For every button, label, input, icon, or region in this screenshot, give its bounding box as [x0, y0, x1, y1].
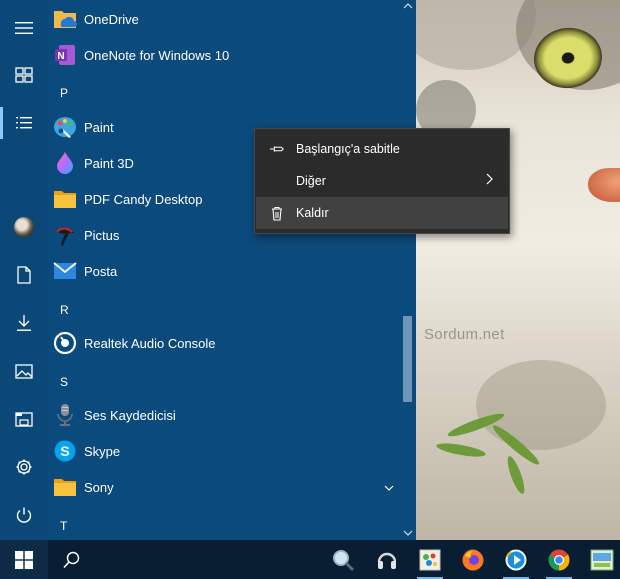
app-posta[interactable]: Posta: [48, 253, 398, 289]
menu-item-label: Diğer: [296, 174, 326, 188]
start-app-list: OneDrive N OneNote for Windows 10 P Pain…: [48, 0, 416, 540]
svg-text:S: S: [60, 443, 69, 459]
scroll-down-icon[interactable]: [403, 529, 413, 537]
chrome-icon[interactable]: [540, 540, 578, 579]
folder-icon: [53, 187, 77, 211]
app-label: Realtek Audio Console: [84, 335, 216, 351]
search-icon[interactable]: [48, 540, 96, 579]
app-label: PDF Candy Desktop: [84, 191, 203, 207]
magnifier-app-icon[interactable]: [324, 540, 362, 579]
menu-item-label: Başlangıç'a sabitle: [296, 142, 400, 156]
pictus-icon: [53, 223, 77, 247]
microphone-icon: [53, 403, 77, 427]
app-label: Skype: [84, 443, 121, 459]
chevron-right-icon: [486, 172, 493, 190]
letter-header-r[interactable]: R: [60, 303, 69, 317]
tiles-icon[interactable]: [0, 51, 48, 99]
app-label: Paint: [84, 119, 114, 135]
firefox-icon[interactable]: [454, 540, 492, 579]
downloads-icon[interactable]: [0, 299, 48, 347]
svg-text:N: N: [57, 51, 64, 62]
menu-item-uninstall[interactable]: Kaldır: [256, 197, 508, 229]
app-label: Posta: [84, 263, 118, 279]
start-left-rail: [0, 0, 48, 540]
documents-icon[interactable]: [0, 251, 48, 299]
folder-icon: [53, 475, 77, 499]
app-list-scrollbar[interactable]: [400, 0, 416, 540]
media-player-icon[interactable]: [497, 540, 535, 579]
desktop-wallpaper: [416, 0, 620, 540]
cat-nose: [588, 168, 620, 202]
onedrive-icon: [53, 7, 77, 31]
letter-header-p[interactable]: P: [60, 86, 68, 100]
mail-icon: [53, 259, 77, 283]
context-menu: Başlangıç'a sabitle Diğer Kaldır: [254, 128, 510, 234]
ftp-app-icon[interactable]: [583, 540, 620, 579]
watermark-text: Sordum.net: [424, 326, 505, 343]
taskbar: [0, 540, 620, 579]
paint-icon: [53, 115, 77, 139]
hamburger-menu-icon[interactable]: [0, 4, 48, 52]
app-label: Pictus: [84, 227, 120, 243]
pin-icon: [269, 141, 285, 157]
user-avatar[interactable]: [0, 203, 48, 251]
app-label: Sony: [84, 479, 114, 495]
all-apps-list-icon[interactable]: [0, 99, 48, 147]
app-onenote[interactable]: N OneNote for Windows 10: [48, 37, 398, 73]
realtek-icon: [53, 331, 77, 355]
app-sony[interactable]: Sony: [48, 469, 398, 505]
menu-item-label: Kaldır: [296, 206, 329, 220]
app-label: Paint 3D: [84, 155, 134, 171]
letter-header-s[interactable]: S: [60, 375, 68, 389]
app-label: OneNote for Windows 10: [84, 47, 230, 63]
settings-icon[interactable]: [0, 443, 48, 491]
headset-app-icon[interactable]: [368, 540, 406, 579]
app-ses-kaydedicisi[interactable]: Ses Kaydedicisi: [48, 397, 398, 433]
menu-item-pin-to-start[interactable]: Başlangıç'a sabitle: [256, 133, 508, 165]
trash-icon: [269, 205, 285, 221]
menu-item-more[interactable]: Diğer: [256, 165, 508, 197]
app-onedrive[interactable]: OneDrive: [48, 1, 398, 37]
skype-icon: S: [53, 439, 77, 463]
app-realtek[interactable]: Realtek Audio Console: [48, 325, 398, 361]
scroll-up-icon[interactable]: [403, 2, 413, 10]
letter-header-t[interactable]: T: [60, 519, 67, 533]
app-label: OneDrive: [84, 11, 139, 27]
app-skype[interactable]: S Skype: [48, 433, 398, 469]
photo-app-icon[interactable]: [411, 540, 449, 579]
chevron-down-icon[interactable]: [384, 478, 394, 496]
pictures-icon[interactable]: [0, 347, 48, 395]
app-label: Ses Kaydedicisi: [84, 407, 176, 423]
onenote-icon: N: [53, 43, 77, 67]
scrollbar-thumb[interactable]: [403, 316, 412, 402]
power-icon[interactable]: [0, 491, 48, 539]
windows-start-icon[interactable]: [0, 540, 48, 579]
file-explorer-icon[interactable]: [0, 395, 48, 443]
paint3d-icon: [53, 151, 77, 175]
